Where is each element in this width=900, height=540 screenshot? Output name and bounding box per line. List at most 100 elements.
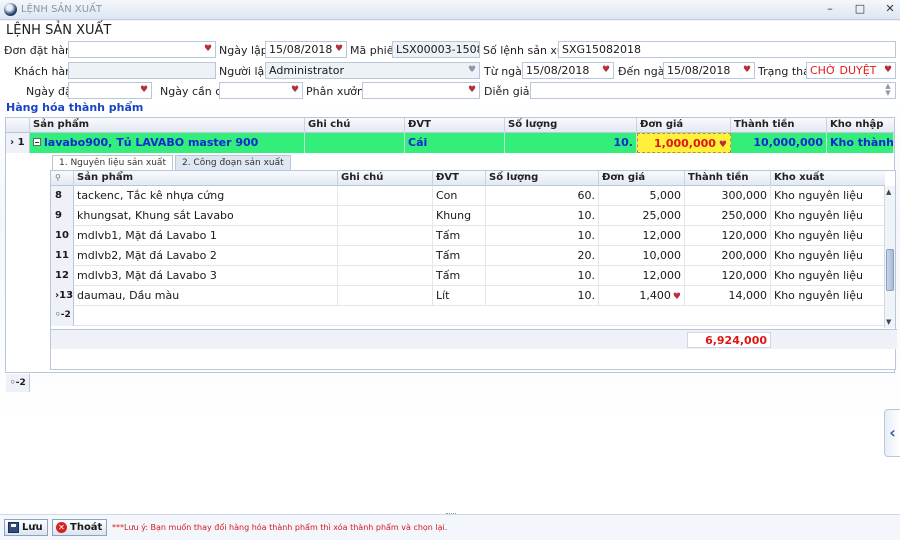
close-icon[interactable]: ✕ <box>884 2 896 15</box>
unit-cell[interactable]: Lít <box>433 286 486 306</box>
note-cell[interactable] <box>305 133 405 153</box>
vertical-scrollbar[interactable]: ▲ ▼ <box>884 186 895 328</box>
column-header[interactable]: Kho xuất <box>771 171 885 186</box>
workshop-field[interactable]: ♥ <box>362 82 480 99</box>
product-cell[interactable]: mdlvb2, Mặt đá Lavabo 2 <box>74 246 338 266</box>
column-header[interactable]: Số lượng <box>486 171 599 186</box>
created-date-field[interactable]: 15/08/2018 ♥ <box>265 41 347 58</box>
product-cell[interactable]: tackenc, Tắc kê nhựa cứng <box>74 186 338 206</box>
dropdown-icon[interactable]: ♥ <box>883 63 893 78</box>
scroll-down-icon[interactable]: ▼ <box>886 318 891 326</box>
tab-stages[interactable]: 2. Công đoạn sản xuất <box>174 155 291 170</box>
column-header[interactable]: Số lượng <box>505 118 637 133</box>
amount-cell[interactable]: 10,000,000 <box>731 133 827 153</box>
column-header[interactable]: Thành tiền <box>685 171 771 186</box>
amount-cell[interactable]: 120,000 <box>685 226 771 246</box>
table-row[interactable]: 8 tackenc, Tắc kê nhựa cứng Con 60. 5,00… <box>51 186 885 206</box>
warehouse-cell[interactable]: Kho nguyên liệu <box>771 266 885 286</box>
unit-cell[interactable]: Tấm <box>433 226 486 246</box>
column-header[interactable]: Thành tiền <box>731 118 827 133</box>
scroll-thumb[interactable] <box>886 249 894 291</box>
collapse-icon[interactable] <box>33 138 41 146</box>
quantity-cell[interactable]: 10. <box>486 226 599 246</box>
warehouse-cell[interactable]: Kho nguyên liệu <box>771 286 885 306</box>
dropdown-icon[interactable]: ♥ <box>742 63 752 78</box>
creator-field[interactable]: Administrator ♥ <box>265 62 480 79</box>
exit-button[interactable]: ✕ Thoát <box>52 519 108 536</box>
warehouse-cell[interactable]: Kho nguyên liệu <box>771 226 885 246</box>
table-row[interactable]: 9 khungsat, Khung sắt Lavabo Khung 10. 2… <box>51 206 885 226</box>
quantity-cell[interactable]: 10. <box>486 286 599 306</box>
needed-date-field[interactable]: ♥ <box>219 82 303 99</box>
column-header[interactable]: Sản phẩm <box>30 118 305 133</box>
dropdown-icon[interactable]: ♥ <box>334 42 344 57</box>
warehouse-cell[interactable]: Kho nguyên liệu <box>771 246 885 266</box>
unit-cell[interactable]: Tấm <box>433 246 486 266</box>
quantity-cell[interactable]: 10. <box>486 206 599 226</box>
to-date-field[interactable]: 15/08/2018 ♥ <box>663 62 755 79</box>
dropdown-icon[interactable]: ♥ <box>671 292 681 302</box>
note-cell[interactable] <box>338 246 433 266</box>
note-cell[interactable] <box>338 226 433 246</box>
column-header[interactable]: Kho nhập <box>827 118 894 133</box>
minimize-icon[interactable]: – <box>824 2 836 15</box>
customer-field[interactable] <box>68 62 216 79</box>
price-cell[interactable]: 1,000,000 ♥ <box>637 133 731 153</box>
new-row[interactable]: ◦-2 <box>51 306 885 326</box>
scroll-up-icon[interactable]: ▲ <box>886 188 891 196</box>
product-cell[interactable]: mdlvb1, Mặt đá Lavabo 1 <box>74 226 338 246</box>
column-header[interactable]: ĐVT <box>405 118 505 133</box>
voucher-code-field[interactable]: LSX00003-150818 <box>392 41 480 58</box>
note-cell[interactable] <box>338 266 433 286</box>
quantity-cell[interactable]: 10. <box>486 266 599 286</box>
note-cell[interactable] <box>338 286 433 306</box>
warehouse-cell[interactable]: Kho nguyên liệu <box>771 206 885 226</box>
dropdown-icon[interactable]: ♥ <box>467 63 477 78</box>
unit-cell[interactable]: Cái <box>405 133 505 153</box>
price-cell[interactable]: 12,000 <box>599 266 685 286</box>
table-row[interactable]: › 1 lavabo900, Tủ LAVABO master 900 Cái … <box>6 133 894 153</box>
column-header[interactable]: Ghi chú <box>338 171 433 186</box>
note-cell[interactable] <box>338 206 433 226</box>
new-row[interactable]: ◦-2 <box>6 374 896 392</box>
unit-cell[interactable]: Tấm <box>433 266 486 286</box>
column-header[interactable]: Sản phẩm <box>74 171 338 186</box>
quantity-cell[interactable]: 60. <box>486 186 599 206</box>
price-cell[interactable]: 5,000 <box>599 186 685 206</box>
amount-cell[interactable]: 14,000 <box>685 286 771 306</box>
column-header[interactable]: Đơn giá <box>637 118 731 133</box>
maximize-icon[interactable]: □ <box>854 2 866 15</box>
product-cell[interactable]: mdlvb3, Mặt đá Lavabo 3 <box>74 266 338 286</box>
side-panel-toggle[interactable]: ‹ <box>884 409 900 457</box>
dropdown-icon[interactable]: ♥ <box>467 83 477 98</box>
note-cell[interactable] <box>338 186 433 206</box>
order-date-field[interactable]: ♥ <box>68 82 152 99</box>
spin-icon[interactable]: ▲ ▼ <box>883 83 893 97</box>
column-header[interactable]: Đơn giá <box>599 171 685 186</box>
table-row[interactable]: 11 mdlvb2, Mặt đá Lavabo 2 Tấm 20. 10,00… <box>51 246 885 266</box>
amount-cell[interactable]: 200,000 <box>685 246 771 266</box>
product-cell[interactable]: daumau, Dầu màu <box>74 286 338 306</box>
search-icon[interactable]: ⚲ <box>51 171 74 186</box>
description-field[interactable]: ▲ ▼ <box>530 82 896 99</box>
quantity-cell[interactable]: 10. <box>505 133 637 153</box>
column-header[interactable]: Ghi chú <box>305 118 405 133</box>
table-row[interactable]: 12 mdlvb3, Mặt đá Lavabo 3 Tấm 10. 12,00… <box>51 266 885 286</box>
quantity-cell[interactable]: 20. <box>486 246 599 266</box>
warehouse-cell[interactable]: Kho nguyên liệu <box>771 186 885 206</box>
unit-cell[interactable]: Khung <box>433 206 486 226</box>
product-cell[interactable]: lavabo900, Tủ LAVABO master 900 <box>30 133 305 153</box>
save-button[interactable]: Lưu <box>4 519 48 536</box>
price-cell[interactable]: 12,000 <box>599 226 685 246</box>
price-cell[interactable]: 10,000 <box>599 246 685 266</box>
dropdown-icon[interactable]: ♥ <box>203 42 213 57</box>
column-header[interactable]: ĐVT <box>433 171 486 186</box>
dropdown-icon[interactable]: ♥ <box>716 140 727 150</box>
unit-cell[interactable]: Con <box>433 186 486 206</box>
amount-cell[interactable]: 300,000 <box>685 186 771 206</box>
product-cell[interactable]: khungsat, Khung sắt Lavabo <box>74 206 338 226</box>
price-cell[interactable]: 1,400 ♥ <box>599 286 685 306</box>
from-date-field[interactable]: 15/08/2018 ♥ <box>522 62 614 79</box>
dropdown-icon[interactable]: ♥ <box>290 83 300 98</box>
status-field[interactable]: CHỜ DUYỆT ♥ <box>806 62 896 79</box>
